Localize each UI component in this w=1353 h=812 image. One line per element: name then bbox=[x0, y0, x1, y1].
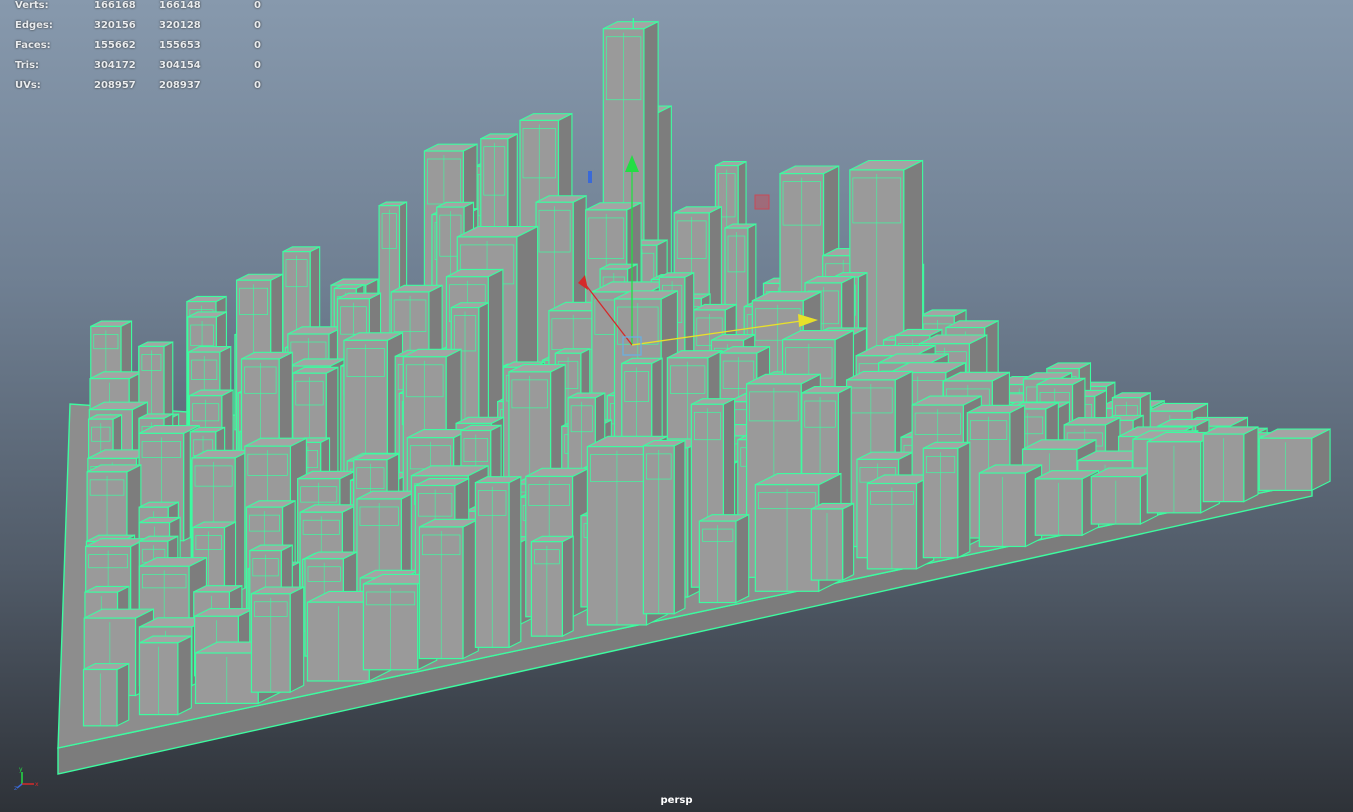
hud-value: 208957 bbox=[94, 80, 136, 91]
hud-label: UVs: bbox=[15, 80, 41, 91]
hud-value: 320128 bbox=[159, 20, 201, 31]
hud-value: 304154 bbox=[159, 60, 201, 71]
building bbox=[698, 513, 750, 604]
building bbox=[1034, 469, 1100, 537]
hud-label: Tris: bbox=[15, 60, 40, 71]
hud-row-uvs: UVs: 208957 208937 0 bbox=[0, 80, 270, 100]
hud-value: 0 bbox=[254, 40, 261, 51]
city-model[interactable] bbox=[0, 0, 1353, 812]
camera-name-label: persp bbox=[660, 795, 693, 806]
hud-value: 320156 bbox=[94, 20, 136, 31]
building bbox=[642, 439, 686, 615]
axis-y-label: y bbox=[19, 766, 23, 773]
viewport-persp[interactable]: Verts: 166168 166148 0 Edges: 320156 320… bbox=[0, 0, 1353, 812]
building bbox=[250, 586, 305, 694]
hud-label: Verts: bbox=[15, 0, 49, 11]
hud-row-tris: Tris: 304172 304154 0 bbox=[0, 60, 270, 80]
building bbox=[474, 475, 522, 649]
building bbox=[418, 518, 479, 660]
hud-row-faces: Faces: 155662 155653 0 bbox=[0, 40, 270, 60]
hud-value: 304172 bbox=[94, 60, 136, 71]
hud-value: 208937 bbox=[159, 80, 201, 91]
axis-x-label: x bbox=[35, 781, 39, 788]
hud-value: 155653 bbox=[159, 40, 201, 51]
hud-value: 166148 bbox=[159, 0, 201, 11]
z-handle-icon[interactable] bbox=[588, 171, 592, 183]
hud-value: 166168 bbox=[94, 0, 136, 11]
hud-value: 0 bbox=[254, 80, 261, 91]
hud-value: 0 bbox=[254, 20, 261, 31]
hud-value: 0 bbox=[254, 60, 261, 71]
axis-z-label: z bbox=[14, 785, 17, 790]
view-axis-icon: y x z bbox=[14, 766, 39, 790]
building bbox=[530, 535, 574, 638]
hud-row-verts: Verts: 166168 166148 0 bbox=[0, 0, 270, 20]
poly-count-hud: Verts: 166168 166148 0 Edges: 320156 320… bbox=[0, 0, 270, 100]
building bbox=[138, 635, 192, 716]
hud-label: Faces: bbox=[15, 40, 51, 51]
building bbox=[82, 662, 130, 727]
hud-value: 155662 bbox=[94, 40, 136, 51]
plane-handle-icon[interactable] bbox=[754, 194, 770, 210]
hud-label: Edges: bbox=[15, 20, 53, 31]
building bbox=[1258, 428, 1331, 492]
building bbox=[1202, 426, 1259, 503]
building bbox=[810, 502, 855, 581]
hud-value: 0 bbox=[254, 0, 261, 11]
building bbox=[922, 441, 971, 559]
building bbox=[978, 464, 1043, 548]
hud-row-edges: Edges: 320156 320128 0 bbox=[0, 20, 270, 40]
